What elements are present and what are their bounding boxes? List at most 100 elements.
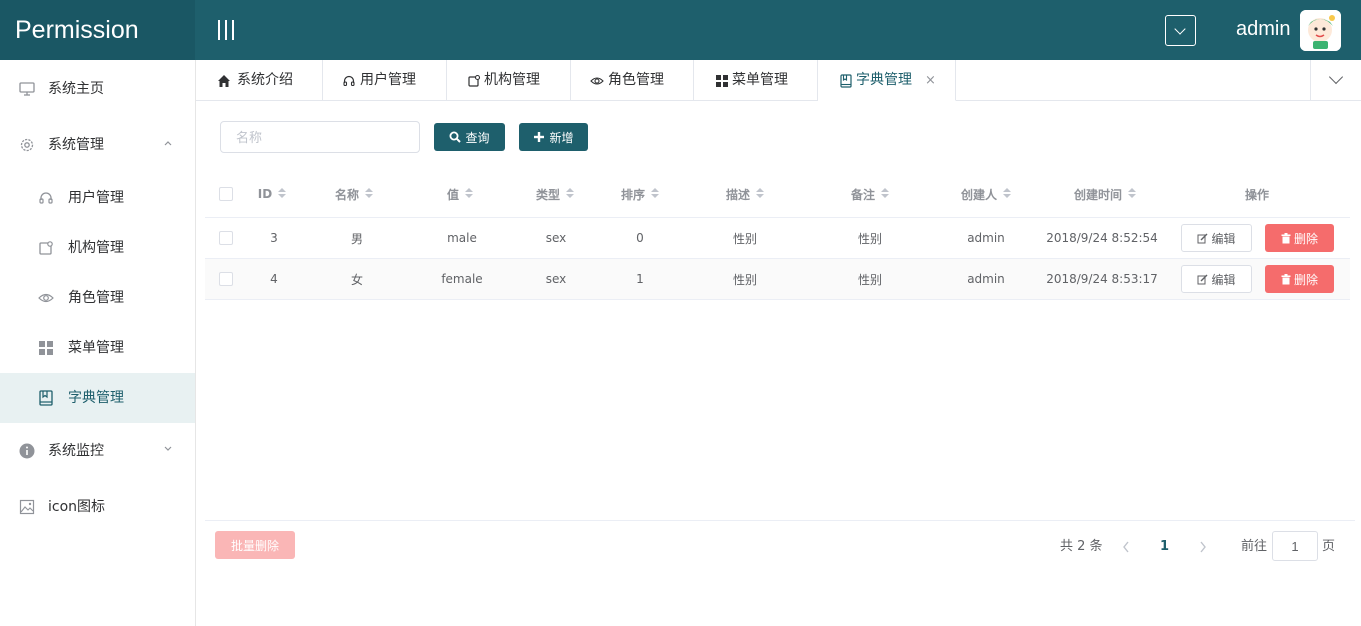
sort-icon[interactable] bbox=[1003, 188, 1011, 200]
add-button-label: 新增 bbox=[549, 130, 574, 145]
batch-delete-button[interactable]: 批量删除 bbox=[215, 531, 295, 559]
tab-dictionary[interactable]: 字典管理 × bbox=[818, 60, 956, 101]
sidebar-item-roles[interactable]: 角色管理 bbox=[0, 273, 195, 323]
cell-created-time: 2018/9/24 8:52:54 bbox=[1046, 231, 1158, 245]
sidebar-item-label: 菜单管理 bbox=[68, 340, 124, 356]
table-row[interactable]: 4 女 female sex 1 性别 性别 admin 2018/9/24 8… bbox=[205, 259, 1350, 300]
tab-users[interactable]: 用户管理 bbox=[323, 60, 447, 101]
app-brand: Permission bbox=[0, 0, 195, 60]
theme-dropdown-button[interactable] bbox=[1165, 15, 1196, 46]
sidebar-item-dictionary[interactable]: 字典管理 bbox=[0, 373, 195, 423]
sort-icon[interactable] bbox=[365, 188, 373, 200]
column-header-created-time[interactable]: 创建时间 bbox=[1045, 171, 1165, 217]
delete-button-label: 删除 bbox=[1293, 231, 1318, 246]
sort-icon[interactable] bbox=[278, 188, 287, 200]
sidebar-item-monitoring[interactable]: 系统监控 bbox=[0, 426, 195, 476]
delete-button[interactable]: 删除 bbox=[1265, 265, 1334, 293]
add-button[interactable]: 新增 bbox=[519, 123, 588, 151]
cell-creator: admin bbox=[967, 231, 1005, 245]
cell-remark: 性别 bbox=[857, 231, 882, 246]
pagination-goto-input[interactable] bbox=[1272, 531, 1318, 561]
tab-label: 系统介绍 bbox=[237, 72, 293, 88]
top-navbar: Permission admin bbox=[0, 0, 1361, 60]
username-label[interactable]: admin bbox=[1236, 18, 1290, 41]
sort-icon[interactable] bbox=[566, 188, 574, 200]
avatar[interactable] bbox=[1300, 10, 1341, 51]
query-button[interactable]: 查询 bbox=[434, 123, 505, 151]
eye-icon bbox=[38, 293, 54, 303]
edit-button-label: 编辑 bbox=[1211, 272, 1236, 287]
column-header-type[interactable]: 类型 bbox=[510, 171, 600, 217]
edit-button[interactable]: 编辑 bbox=[1181, 265, 1252, 293]
select-all-checkbox[interactable] bbox=[219, 187, 233, 201]
sidebar-item-icons[interactable]: icon图标 bbox=[0, 482, 195, 532]
column-header-value[interactable]: 值 bbox=[415, 171, 505, 217]
hamburger-menu-icon[interactable] bbox=[216, 20, 236, 40]
column-header-description[interactable]: 描述 bbox=[695, 171, 795, 217]
sidebar-item-menus[interactable]: 菜单管理 bbox=[0, 323, 195, 373]
edit-icon bbox=[1197, 233, 1208, 243]
tab-system-intro[interactable]: 系统介绍 bbox=[196, 60, 323, 101]
select-all-cell bbox=[205, 171, 247, 217]
query-button-label: 查询 bbox=[465, 130, 490, 145]
tabs-more-dropdown[interactable] bbox=[1310, 60, 1361, 100]
sort-icon[interactable] bbox=[465, 188, 473, 200]
sidebar-item-label: 字典管理 bbox=[68, 390, 124, 406]
cell-sort: 0 bbox=[636, 231, 644, 245]
prev-page-icon[interactable] bbox=[1122, 541, 1130, 553]
headset-icon bbox=[39, 192, 53, 204]
trash-icon bbox=[1281, 273, 1291, 284]
column-header-label: 创建时间 bbox=[1073, 187, 1122, 202]
eye-icon bbox=[590, 77, 604, 85]
sidebar-item-home[interactable]: 系统主页 bbox=[0, 64, 195, 114]
row-checkbox[interactable] bbox=[219, 231, 233, 245]
tabs-bar: 系统介绍 用户管理 机构管理 角色管理 菜单管理 字典管理 × bbox=[196, 60, 1361, 101]
cell-creator: admin bbox=[967, 272, 1005, 286]
row-select-cell bbox=[205, 259, 247, 299]
close-icon[interactable]: × bbox=[925, 60, 936, 101]
column-header-id[interactable]: ID bbox=[247, 171, 297, 217]
sort-icon[interactable] bbox=[756, 188, 764, 200]
footer-divider bbox=[205, 520, 1355, 521]
dictionary-icon bbox=[840, 74, 852, 88]
sidebar-item-organizations[interactable]: 机构管理 bbox=[0, 223, 195, 273]
tab-roles[interactable]: 角色管理 bbox=[571, 60, 694, 101]
row-select-cell bbox=[205, 218, 247, 258]
next-page-icon[interactable] bbox=[1199, 541, 1207, 553]
tab-organizations[interactable]: 机构管理 bbox=[447, 60, 571, 101]
table-row[interactable]: 3 男 male sex 0 性别 性别 admin 2018/9/24 8:5… bbox=[205, 218, 1350, 259]
column-header-remark[interactable]: 备注 bbox=[820, 171, 920, 217]
column-header-name[interactable]: 名称 bbox=[310, 171, 398, 217]
gear-icon bbox=[20, 138, 34, 152]
cell-remark: 性别 bbox=[857, 272, 882, 287]
pagination-current-page[interactable]: 1 bbox=[1160, 533, 1169, 561]
sidebar-item-label: 机构管理 bbox=[68, 240, 124, 256]
tab-menus[interactable]: 菜单管理 bbox=[694, 60, 818, 101]
column-header-label: 描述 bbox=[725, 187, 750, 202]
search-input[interactable] bbox=[220, 121, 420, 153]
delete-button[interactable]: 删除 bbox=[1265, 224, 1334, 252]
org-icon bbox=[468, 74, 481, 87]
pagination-goto-label: 前往 bbox=[1241, 539, 1268, 554]
sort-icon[interactable] bbox=[651, 188, 659, 200]
sidebar-item-users[interactable]: 用户管理 bbox=[0, 173, 195, 223]
info-icon bbox=[19, 443, 35, 459]
column-header-label: 排序 bbox=[620, 187, 645, 202]
cell-value: male bbox=[447, 231, 477, 245]
column-header-creator[interactable]: 创建人 bbox=[936, 171, 1036, 217]
grid-icon bbox=[39, 341, 53, 355]
sort-icon[interactable] bbox=[1128, 188, 1136, 200]
sidebar-item-label: icon图标 bbox=[48, 499, 106, 515]
column-header-label: 值 bbox=[446, 187, 459, 202]
cell-type: sex bbox=[545, 272, 567, 286]
cell-created-time: 2018/9/24 8:53:17 bbox=[1046, 272, 1158, 286]
cell-name: 男 bbox=[350, 231, 363, 246]
monitor-icon bbox=[19, 82, 35, 96]
sidebar-item-system-management[interactable]: 系统管理 bbox=[0, 120, 195, 170]
row-checkbox[interactable] bbox=[219, 272, 233, 286]
column-header-sort[interactable]: 排序 bbox=[595, 171, 685, 217]
cell-id: 3 bbox=[270, 231, 278, 245]
edit-button[interactable]: 编辑 bbox=[1181, 224, 1252, 252]
sort-icon[interactable] bbox=[881, 188, 889, 200]
edit-button-label: 编辑 bbox=[1211, 231, 1236, 246]
